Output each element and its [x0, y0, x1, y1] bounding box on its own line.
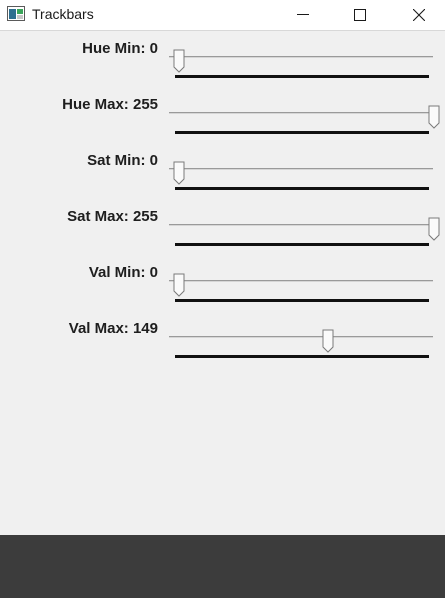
trackbar-track[interactable]	[169, 224, 433, 226]
trackbar-underline	[175, 355, 429, 358]
bottom-dark-area	[0, 535, 445, 598]
thumb-shape	[173, 49, 185, 73]
trackbar-underline	[175, 299, 429, 302]
trackbar-thumb[interactable]	[428, 217, 440, 241]
trackbar-label: Sat Max: 255	[67, 208, 158, 225]
trackbar-thumb[interactable]	[428, 105, 440, 129]
trackbar-underline	[175, 75, 429, 78]
trackbar-thumb[interactable]	[173, 49, 185, 73]
trackbar-underline	[175, 187, 429, 190]
close-button[interactable]	[396, 0, 442, 30]
minimize-icon	[297, 14, 309, 15]
trackbar-label: Val Min: 0	[88, 264, 158, 281]
maximize-button[interactable]	[337, 0, 383, 30]
trackbar-track[interactable]	[169, 280, 433, 282]
trackbar-label: Hue Min: 0	[82, 40, 158, 57]
trackbar-track[interactable]	[169, 336, 433, 338]
trackbar-thumb[interactable]	[173, 273, 185, 297]
thumb-shape	[428, 105, 440, 129]
trackbar-panel: Hue Min: 0 Hue Max: 255 Sat Min: 0 Sat M…	[0, 31, 445, 535]
title-bar[interactable]: Trackbars	[0, 0, 445, 31]
trackbar-track[interactable]	[169, 56, 433, 58]
trackbar-underline	[175, 131, 429, 134]
trackbar-row-hue-min: Hue Min: 0	[0, 38, 445, 84]
thumb-shape	[173, 161, 185, 185]
close-icon	[413, 9, 425, 21]
trackbar-row-hue-max: Hue Max: 255	[0, 94, 445, 140]
trackbar-underline	[175, 243, 429, 246]
trackbar-track[interactable]	[169, 168, 433, 170]
maximize-icon	[354, 9, 366, 21]
trackbar-row-val-min: Val Min: 0	[0, 262, 445, 308]
trackbar-thumb[interactable]	[173, 161, 185, 185]
trackbar-label: Val Max: 149	[68, 320, 158, 337]
thumb-shape	[322, 329, 334, 353]
trackbar-thumb[interactable]	[322, 329, 334, 353]
trackbar-row-sat-min: Sat Min: 0	[0, 150, 445, 196]
minimize-button[interactable]	[280, 0, 326, 30]
window-title: Trackbars	[32, 6, 94, 22]
thumb-shape	[428, 217, 440, 241]
trackbar-row-val-max: Val Max: 149	[0, 318, 445, 364]
trackbar-row-sat-max: Sat Max: 255	[0, 206, 445, 252]
trackbar-label: Sat Min: 0	[87, 152, 158, 169]
trackbar-label: Hue Max: 255	[62, 96, 158, 113]
trackbar-track[interactable]	[169, 112, 433, 114]
app-icon	[7, 6, 25, 21]
thumb-shape	[173, 273, 185, 297]
